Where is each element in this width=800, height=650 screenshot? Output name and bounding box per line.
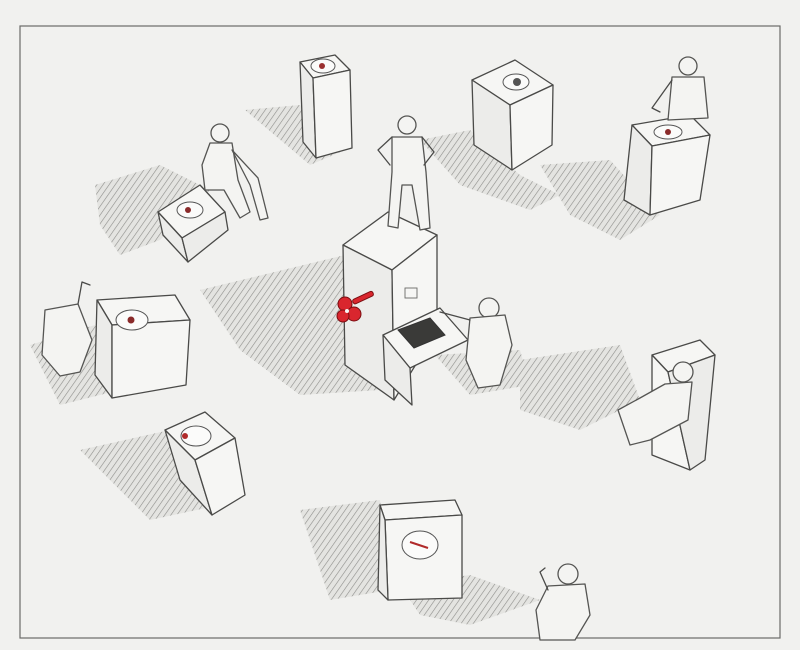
sketch-scene xyxy=(19,25,781,641)
vitrine-left-middle xyxy=(94,294,191,399)
figure-walking-bottom xyxy=(535,563,591,641)
figure-top-right xyxy=(651,56,709,121)
vitrine-top-right xyxy=(623,114,711,216)
vitrine-center-open xyxy=(342,211,469,406)
vitrine-bottom-center xyxy=(377,499,463,601)
vitrine-top-left xyxy=(299,54,353,159)
